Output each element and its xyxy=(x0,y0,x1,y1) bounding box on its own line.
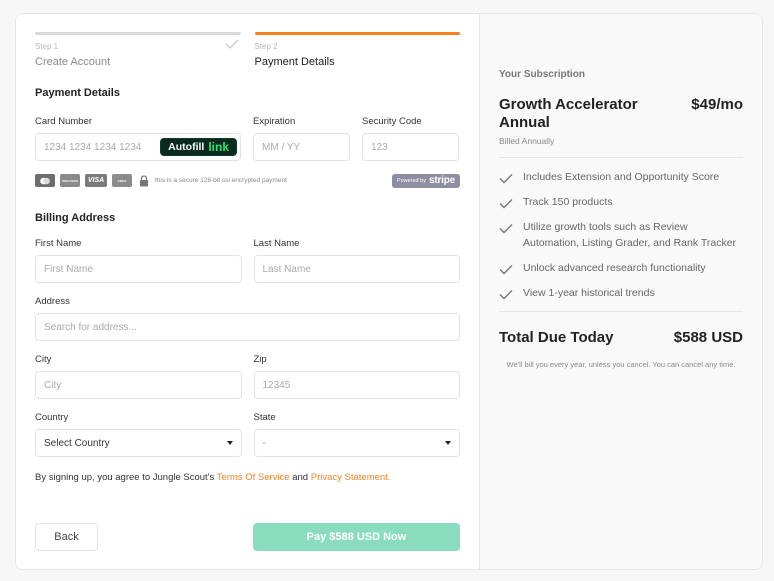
city-label: City xyxy=(35,354,52,365)
autofill-text: Autofill xyxy=(168,141,205,153)
total-due-label: Total Due Today xyxy=(499,328,614,346)
divider xyxy=(499,310,743,312)
security-code-field: Security Code xyxy=(362,116,459,161)
city-field: City xyxy=(35,354,242,399)
address-search-input[interactable] xyxy=(35,313,460,341)
plan-name: Growth Accelerator Annual xyxy=(499,96,638,131)
city-input[interactable] xyxy=(35,371,242,399)
feature-text: Track 150 products xyxy=(523,196,613,208)
caret-down-icon xyxy=(226,441,233,445)
feature-text: Includes Extension and Opportunity Score xyxy=(523,171,720,183)
expiration-label: Expiration xyxy=(253,116,296,127)
first-name-label: First Name xyxy=(35,238,82,249)
security-code-label: Security Code xyxy=(362,116,422,127)
step-create-account[interactable]: Step 1 Create Account xyxy=(35,32,241,68)
country-select[interactable]: Select Country xyxy=(35,429,242,457)
step-2-title: Payment Details xyxy=(254,56,335,68)
mastercard-icon xyxy=(35,174,55,187)
step-progress: Step 1 Create Account Step 2 Payment Det… xyxy=(35,32,460,68)
billing-address-heading: Billing Address xyxy=(35,212,116,224)
terms-and: and xyxy=(289,472,311,483)
first-name-input[interactable] xyxy=(35,255,242,283)
total-due-value: $588 USD xyxy=(673,328,743,346)
back-button[interactable]: Back xyxy=(35,523,98,551)
feature-item: View 1-year historical trends xyxy=(499,286,743,302)
secure-payment-row: DISCOVER VISA AMEX this is a secure 128-… xyxy=(35,173,460,188)
step-2-number: Step 2 xyxy=(254,42,278,51)
terms-prefix: By signing up, you agree to Jungle Scout… xyxy=(35,472,217,483)
payment-form-panel: Step 1 Create Account Step 2 Payment Det… xyxy=(16,14,479,569)
country-select-value: Select Country xyxy=(44,437,110,449)
last-name-field: Last Name xyxy=(253,238,460,283)
feature-text: Utilize growth tools such as Review Auto… xyxy=(523,221,737,249)
autofill-link-button[interactable]: Autofill link xyxy=(160,138,237,156)
zip-label: Zip xyxy=(253,354,267,365)
feature-item: Track 150 products xyxy=(499,195,743,211)
plan-price: $49/mo xyxy=(691,96,743,113)
feature-item: Unlock advanced research functionality xyxy=(499,261,743,277)
feature-text: View 1-year historical trends xyxy=(523,286,655,299)
expiration-field: Expiration xyxy=(253,116,350,161)
state-field: State - xyxy=(253,412,460,457)
feature-item: Utilize growth tools such as Review Auto… xyxy=(499,220,743,251)
first-name-field: First Name xyxy=(35,238,242,283)
last-name-input[interactable] xyxy=(253,255,460,283)
amex-icon: AMEX xyxy=(112,174,132,187)
zip-input[interactable] xyxy=(253,371,460,399)
step-payment-details[interactable]: Step 2 Payment Details xyxy=(254,32,460,68)
subscription-summary-panel: Your Subscription Growth Accelerator Ann… xyxy=(479,14,762,569)
state-label: State xyxy=(253,412,276,423)
state-select-value: - xyxy=(262,437,266,449)
address-label: Address xyxy=(35,296,70,307)
feature-list: Includes Extension and Opportunity Score… xyxy=(499,170,743,301)
step-1-number: Step 1 xyxy=(35,42,59,51)
visa-icon: VISA xyxy=(85,174,107,187)
secure-payment-text: this is a secure 128-bit ssl encrypted p… xyxy=(155,177,287,184)
address-field: Address xyxy=(35,296,460,341)
billing-note: We'll bill you every year, unless you ca… xyxy=(506,359,736,369)
privacy-statement-link[interactable]: Privacy Statement. xyxy=(311,472,391,483)
check-icon xyxy=(499,264,513,274)
zip-field: Zip xyxy=(253,354,460,399)
payment-details-heading: Payment Details xyxy=(35,87,120,99)
country-field: Country Select Country xyxy=(35,412,242,457)
check-icon xyxy=(499,174,513,184)
discover-icon: DISCOVER xyxy=(60,174,80,187)
terms-text: By signing up, you agree to Jungle Scout… xyxy=(35,472,460,483)
divider xyxy=(499,157,743,158)
check-icon xyxy=(225,39,238,49)
check-icon xyxy=(499,199,513,209)
stripe-logo: stripe xyxy=(428,175,455,186)
step-1-title: Create Account xyxy=(35,56,111,68)
feature-item: Includes Extension and Opportunity Score xyxy=(499,170,743,186)
checkout-card: Step 1 Create Account Step 2 Payment Det… xyxy=(15,13,763,570)
card-number-label: Card Number xyxy=(35,116,93,127)
check-icon xyxy=(499,224,513,234)
terms-of-service-link[interactable]: Terms Of Service xyxy=(217,472,290,483)
security-code-input[interactable] xyxy=(362,133,459,161)
lock-icon xyxy=(140,174,148,186)
card-number-field: Card Number Autofill link xyxy=(35,116,241,161)
feature-text: Unlock advanced research functionality xyxy=(523,261,706,274)
step-1-bar xyxy=(35,32,241,35)
step-2-bar xyxy=(254,32,460,35)
last-name-label: Last Name xyxy=(253,238,300,249)
link-logo: link xyxy=(208,140,229,154)
check-icon xyxy=(499,289,513,299)
powered-by-stripe-badge[interactable]: Powered by stripe xyxy=(391,173,460,188)
your-subscription-heading: Your Subscription xyxy=(499,69,585,80)
powered-by-text: Powered by xyxy=(396,177,426,184)
state-select[interactable]: - xyxy=(253,429,460,457)
country-label: Country xyxy=(35,412,69,423)
pay-now-button[interactable]: Pay $588 USD Now xyxy=(253,523,460,551)
billing-frequency: Billed Annually xyxy=(499,136,555,146)
expiration-input[interactable] xyxy=(253,133,350,161)
caret-down-icon xyxy=(445,441,451,445)
